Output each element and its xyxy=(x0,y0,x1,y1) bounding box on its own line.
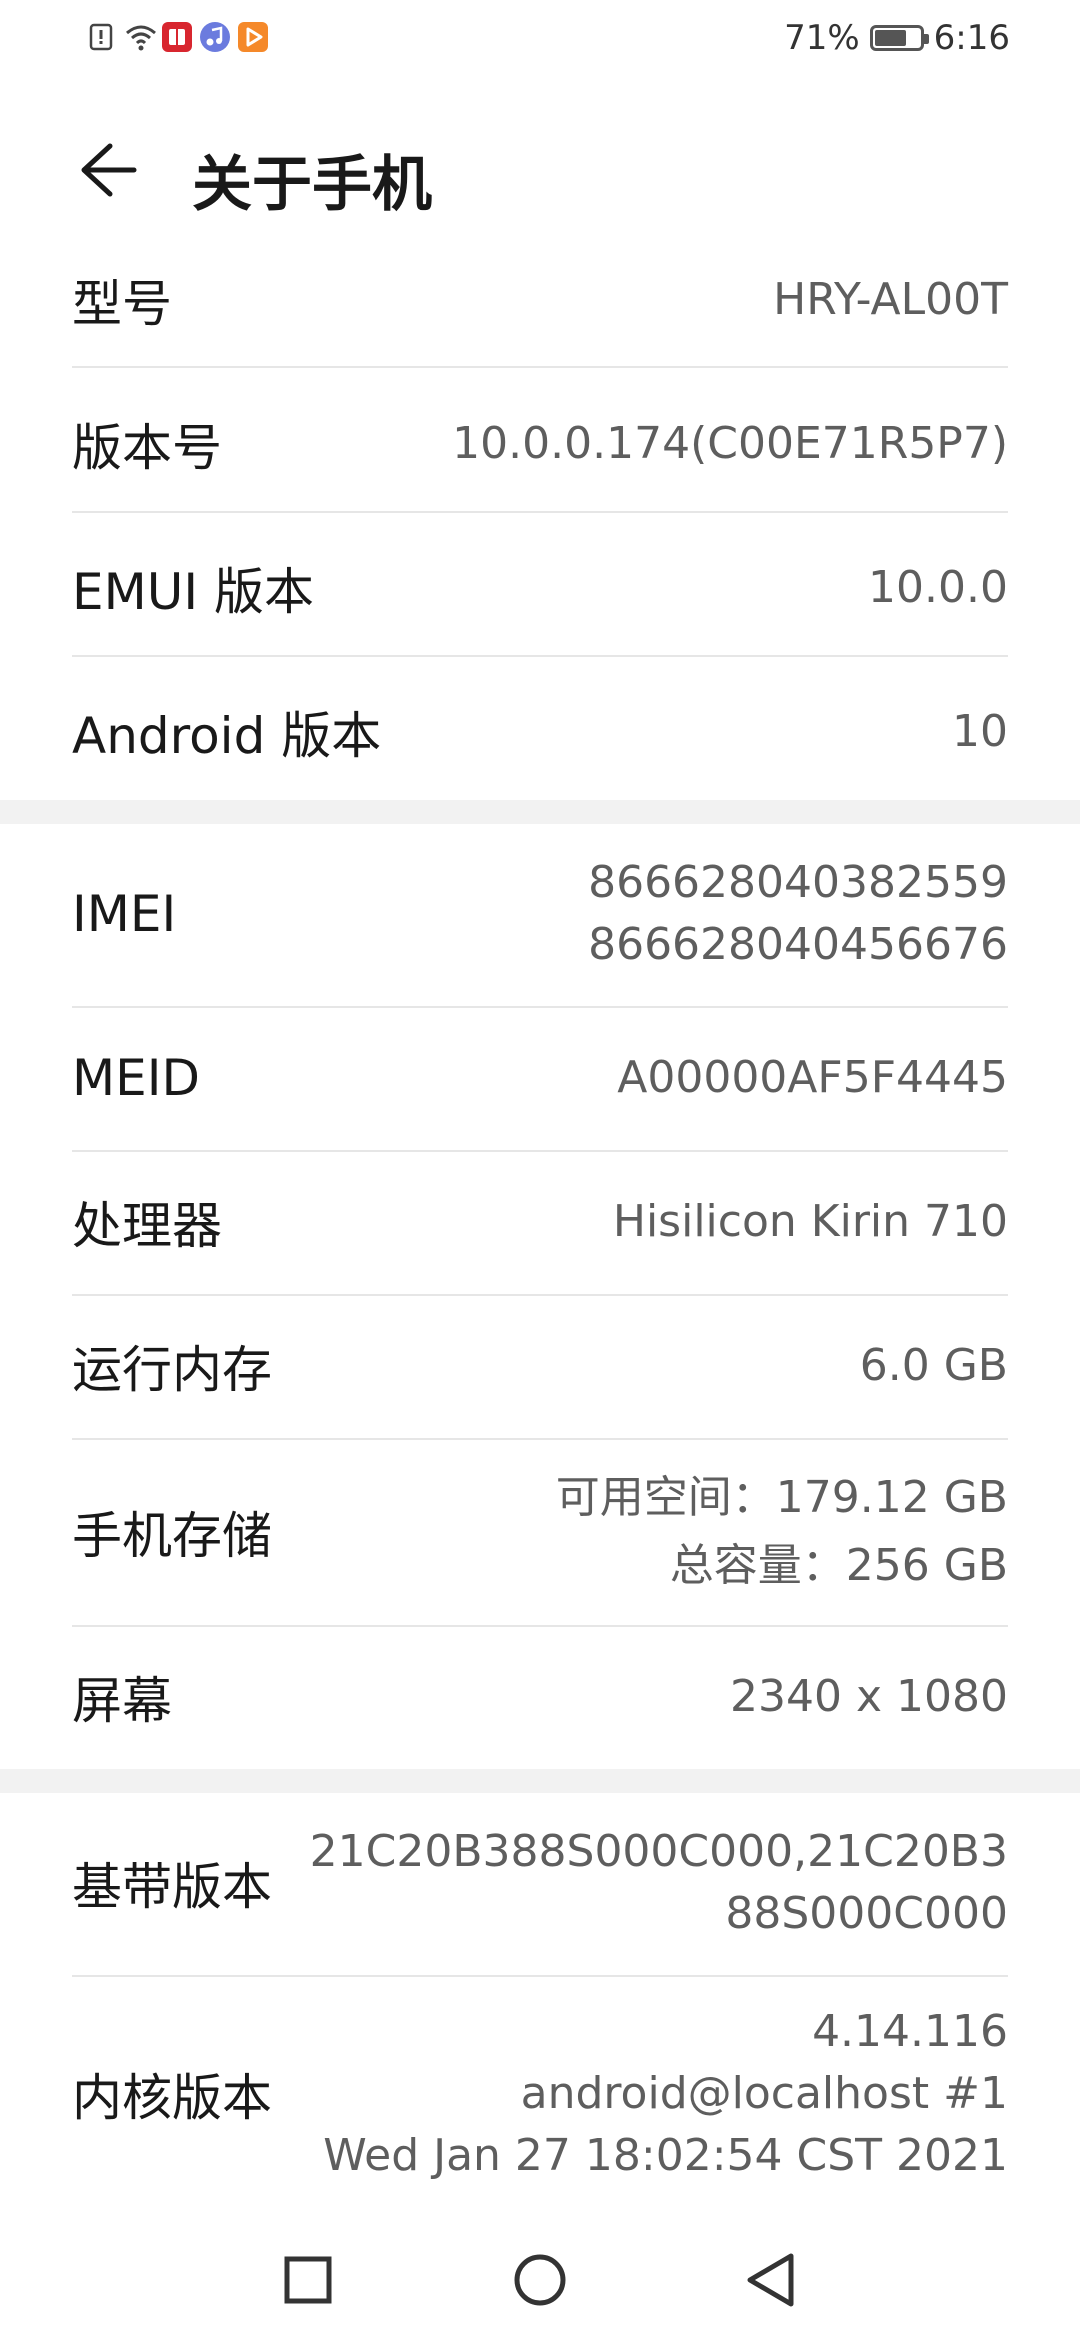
sim-alert-icon xyxy=(86,22,116,52)
device-info-section: 型号 HRY-AL00T 版本号 10.0.0.174(C00E71R5P7) … xyxy=(0,230,1080,800)
baseband-line-2: 88S000C000 xyxy=(725,1888,1008,1939)
item-value: 4.14.116 android@localhost #1 Wed Jan 27… xyxy=(323,2001,1008,2187)
navigation-bar xyxy=(0,2220,1080,2340)
nav-back-button[interactable] xyxy=(736,2244,808,2316)
item-label: IMEI xyxy=(72,885,177,943)
item-label: 型号 xyxy=(72,275,172,333)
list-item-kernel[interactable]: 内核版本 4.14.116 android@localhost #1 Wed J… xyxy=(72,1977,1008,2211)
book-app-icon xyxy=(162,22,192,52)
item-label: MEID xyxy=(72,1049,200,1107)
total-storage: 总容量：256 GB xyxy=(669,1540,1008,1591)
item-label: 运行内存 xyxy=(72,1341,272,1399)
kernel-line-1: 4.14.116 xyxy=(812,2006,1008,2057)
list-item-imei[interactable]: IMEI 866628040382559 866628040456676 xyxy=(72,824,1008,1004)
item-value: HRY-AL00T xyxy=(773,274,1008,325)
item-value: 10.0.0 xyxy=(868,562,1008,613)
list-item-screen[interactable]: 屏幕 2340 x 1080 xyxy=(72,1627,1008,1767)
list-item-ram[interactable]: 运行内存 6.0 GB xyxy=(72,1296,1008,1436)
item-value: Hisilicon Kirin 710 xyxy=(612,1196,1008,1247)
item-value: 可用空间：179.12 GB 总容量：256 GB xyxy=(556,1464,1008,1600)
title-bar: 关于手机 xyxy=(0,110,1080,230)
item-value: 2340 x 1080 xyxy=(730,1671,1008,1722)
item-label: 手机存储 xyxy=(72,1507,272,1565)
item-label: EMUI 版本 xyxy=(72,563,314,621)
list-item-baseband[interactable]: 基带版本 21C20B388S000C000,21C20B3 88S000C00… xyxy=(72,1793,1008,1973)
list-item-android-version[interactable]: Android 版本 10 xyxy=(72,662,1008,802)
video-app-icon xyxy=(238,22,268,52)
list-item-storage[interactable]: 手机存储 可用空间：179.12 GB 总容量：256 GB xyxy=(72,1440,1008,1624)
wifi-icon xyxy=(124,22,156,52)
recent-apps-button[interactable] xyxy=(272,2244,344,2316)
available-storage: 可用空间：179.12 GB xyxy=(555,1472,1008,1523)
imei-2: 866628040456676 xyxy=(588,919,1008,970)
section-gap xyxy=(0,800,1080,824)
status-icons-right: 71% 6:16 xyxy=(784,18,1010,58)
kernel-line-2: android@localhost #1 xyxy=(520,2068,1008,2119)
item-value: A00000AF5F4445 xyxy=(617,1052,1008,1103)
arrow-left-icon xyxy=(81,143,137,197)
back-icon xyxy=(747,2253,794,2307)
back-button[interactable] xyxy=(70,134,142,206)
list-item-model[interactable]: 型号 HRY-AL00T xyxy=(72,230,1008,370)
home-icon xyxy=(514,2254,566,2306)
software-info-section: 基带版本 21C20B388S000C000,21C20B3 88S000C00… xyxy=(0,1793,1080,2193)
list-item-build-number[interactable]: 版本号 10.0.0.174(C00E71R5P7) xyxy=(72,374,1008,514)
battery-percent: 71% xyxy=(784,18,860,58)
battery-fill xyxy=(874,30,906,46)
hardware-info-section: IMEI 866628040382559 866628040456676 MEI… xyxy=(0,824,1080,1769)
status-bar: 71% 6:16 xyxy=(0,0,1080,80)
item-value: 866628040382559 866628040456676 xyxy=(588,852,1008,976)
divider xyxy=(72,511,1008,513)
item-label: 版本号 xyxy=(72,419,222,477)
list-item-emui-version[interactable]: EMUI 版本 10.0.0 xyxy=(72,518,1008,658)
section-gap xyxy=(0,1769,1080,1793)
home-button[interactable] xyxy=(504,2244,576,2316)
item-value: 10.0.0.174(C00E71R5P7) xyxy=(452,418,1008,469)
item-value: 10 xyxy=(952,706,1008,757)
divider xyxy=(72,366,1008,368)
kernel-line-3: Wed Jan 27 18:02:54 CST 2021 xyxy=(323,2130,1008,2181)
item-label: Android 版本 xyxy=(72,707,382,765)
page-title: 关于手机 xyxy=(192,150,432,220)
clock: 6:16 xyxy=(933,18,1010,58)
list-item-meid[interactable]: MEID A00000AF5F4445 xyxy=(72,1008,1008,1148)
divider xyxy=(72,655,1008,657)
battery-icon xyxy=(869,25,929,51)
item-label: 处理器 xyxy=(72,1197,222,1255)
status-icons-left xyxy=(86,22,268,52)
recent-apps-icon xyxy=(284,2256,332,2304)
baseband-line-1: 21C20B388S000C000,21C20B3 xyxy=(309,1826,1008,1877)
item-value: 21C20B388S000C000,21C20B3 88S000C000 xyxy=(310,1821,1008,1945)
item-label: 屏幕 xyxy=(72,1672,172,1730)
item-label: 内核版本 xyxy=(72,2069,272,2127)
list-item-processor[interactable]: 处理器 Hisilicon Kirin 710 xyxy=(72,1152,1008,1292)
music-app-icon xyxy=(200,22,230,52)
item-label: 基带版本 xyxy=(72,1858,272,1916)
item-value: 6.0 GB xyxy=(859,1340,1008,1391)
imei-1: 866628040382559 xyxy=(588,857,1008,908)
